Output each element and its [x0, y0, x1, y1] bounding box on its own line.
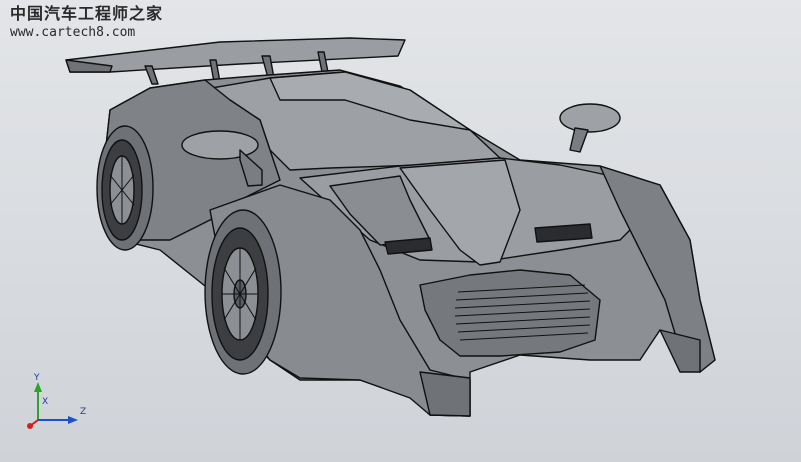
triad-z-label: Z	[80, 407, 86, 417]
graphics-viewport[interactable]: 中国汽车工程师之家 www.cartech8.com Y X Z	[0, 0, 801, 462]
front-left-wheel	[204, 209, 282, 375]
car-3d-model[interactable]	[0, 0, 801, 462]
coordinate-triad: Y X Z	[27, 373, 86, 429]
rear-left-wheel	[96, 125, 154, 251]
triad-x-label: X	[42, 397, 48, 407]
car-body	[99, 69, 716, 417]
triad-y-label: Y	[33, 373, 40, 383]
